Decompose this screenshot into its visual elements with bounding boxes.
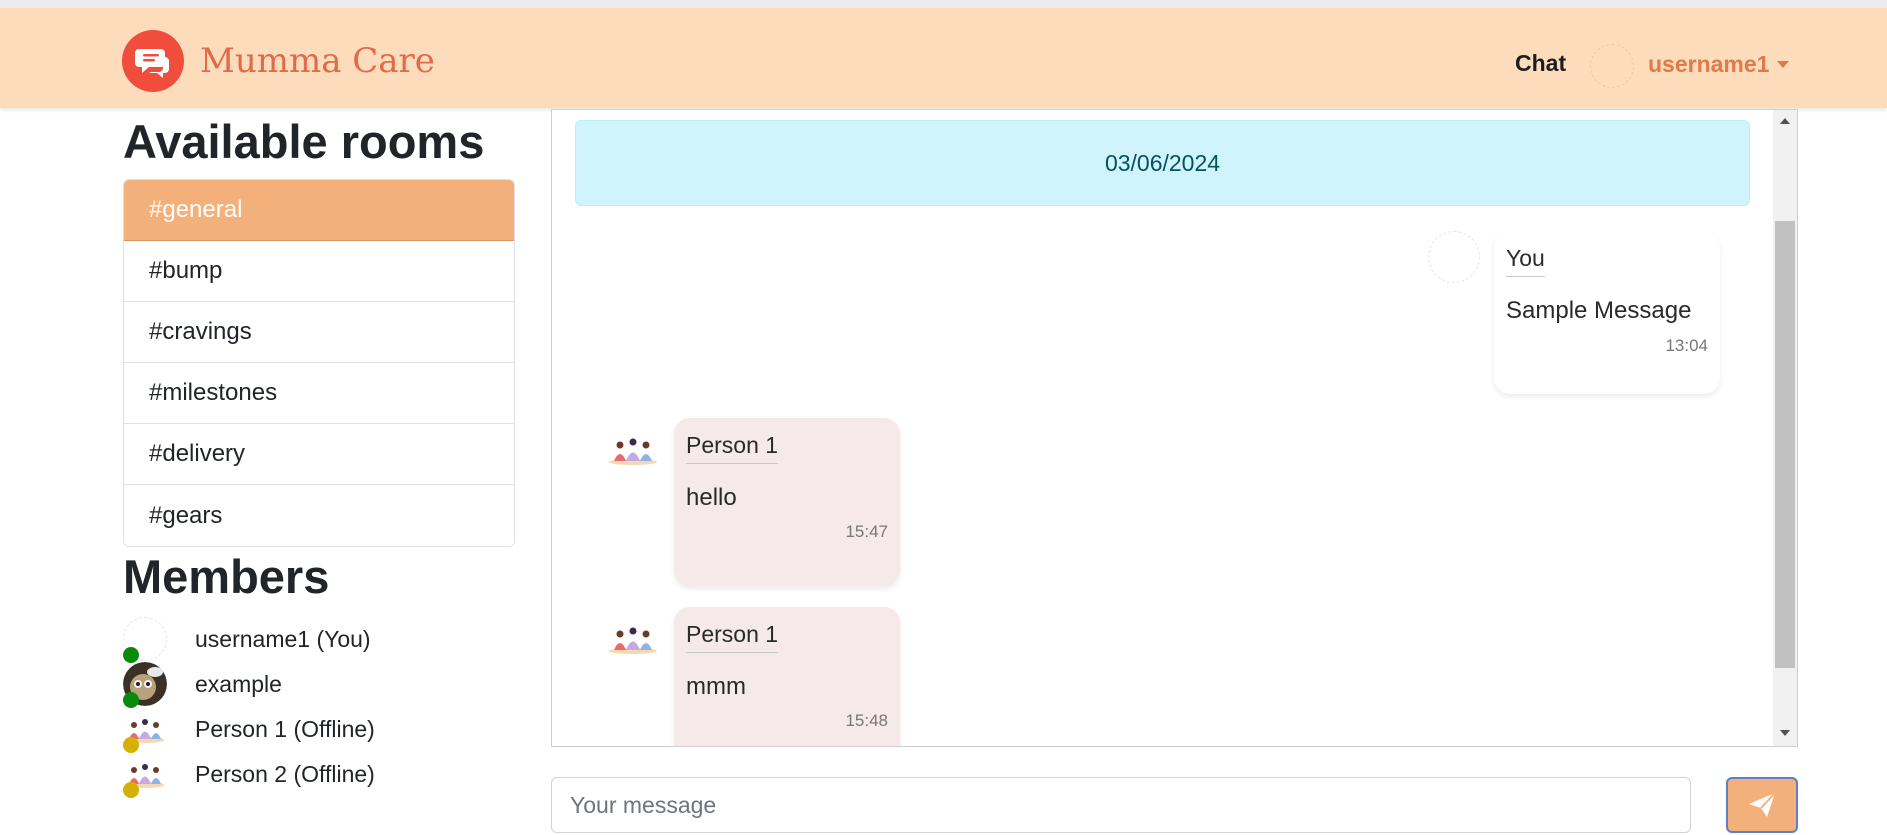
message-bubble-other: Person 1 hello 15:47 [674,418,900,586]
scroll-down-arrow-icon[interactable] [1780,730,1790,736]
paper-plane-icon [1749,792,1776,817]
meditation-avatar [607,621,659,661]
message-text: hello [686,484,737,511]
message-bubble-other: Person 1 mmm 15:48 [674,607,900,746]
message-text: Sample Message [1506,297,1692,324]
rooms-list: #general #bump #cravings #milestones #de… [123,179,515,547]
blank-avatar [1428,231,1480,283]
member-name: Person 2 (Offline) [195,761,375,787]
members-heading: Members [123,550,330,603]
user-avatar[interactable] [1590,44,1634,88]
chat-bubble-logo-icon [122,30,184,92]
room-item-cravings[interactable]: #cravings [124,302,514,363]
message-sender: Person 1 [686,432,779,464]
room-item-general[interactable]: #general [124,180,514,241]
room-item-gears[interactable]: #gears [124,485,514,546]
member-item[interactable]: Person 2 (Offline) [123,752,523,798]
offline-status-dot [123,737,139,753]
member-item[interactable]: Person 1 (Offline) [123,707,523,753]
member-name: Person 1 (Offline) [195,716,375,742]
nav-link-chat[interactable]: Chat [1515,50,1566,77]
chat-messages-panel[interactable]: 03/06/2024 You Sample Message 13:04 Pers… [551,109,1798,747]
offline-status-dot [123,782,139,798]
chat-scrollbar[interactable] [1773,110,1797,746]
room-item-delivery[interactable]: #delivery [124,424,514,485]
message-sender: Person 1 [686,621,779,653]
message-time: 15:48 [845,711,888,730]
message-input[interactable] [551,777,1691,833]
send-button[interactable] [1726,777,1798,833]
message-sender: You [1506,245,1545,277]
date-separator: 03/06/2024 [575,120,1750,206]
message-time: 13:04 [1665,336,1708,355]
brand[interactable]: Mumma Care [122,30,435,92]
message-bubble-mine: You Sample Message 13:04 [1494,231,1720,394]
room-item-bump[interactable]: #bump [124,241,514,302]
navbar: Mumma Care Chat username1 [0,8,1887,108]
member-name: example [195,671,282,697]
scrollbar-thumb[interactable] [1775,221,1795,668]
online-status-dot [123,692,139,708]
caret-down-icon [1777,61,1790,68]
user-menu-dropdown[interactable]: username1 [1648,51,1790,78]
username-label: username1 [1648,51,1770,77]
member-item[interactable]: username1 (You) [123,617,523,663]
message-text: mmm [686,673,746,700]
member-name: username1 (You) [195,626,371,652]
brand-name: Mumma Care [200,41,435,81]
message-time: 15:47 [845,522,888,541]
meditation-avatar [607,432,659,472]
room-item-milestones[interactable]: #milestones [124,363,514,424]
rooms-heading: Available rooms [123,115,485,168]
online-status-dot [123,647,139,663]
scroll-up-arrow-icon[interactable] [1780,118,1790,124]
member-item[interactable]: example [123,662,523,708]
browser-top-edge [0,0,1887,8]
